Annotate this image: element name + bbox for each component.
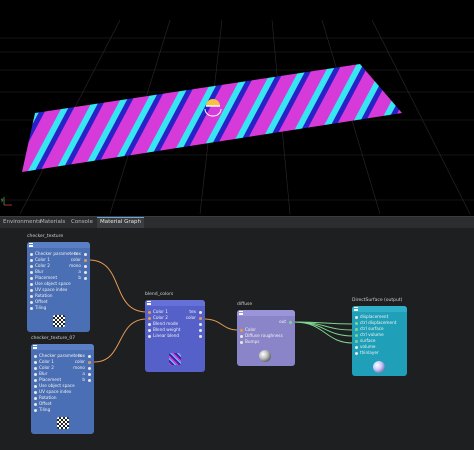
node-checker-texture-07[interactable]: checker_texture_07 Checker parameters tex…	[31, 336, 94, 434]
striped-plane[interactable]	[22, 64, 402, 172]
axis-gizmo-icon: y	[1, 197, 12, 206]
material-graph-canvas[interactable]: checker_texture Checker parameters tex Co…	[0, 228, 474, 450]
tab-material-graph[interactable]: Material Graph	[97, 217, 144, 228]
wire-checker2-to-blend-color2	[93, 318, 148, 363]
node-checker-texture[interactable]: checker_texture Checker parameters tex Co…	[27, 234, 90, 332]
menu-icon[interactable]	[239, 311, 243, 316]
node-title: checker_texture	[27, 234, 64, 239]
row-bumps[interactable]: Bumps	[240, 339, 292, 345]
viewport-canvas: y	[0, 19, 474, 214]
tab-materials[interactable]: Materials	[37, 218, 68, 227]
blend-preview-icon	[169, 353, 181, 365]
menu-icon[interactable]	[33, 345, 37, 350]
svg-text:y: y	[1, 197, 4, 202]
checker-preview-icon	[53, 315, 65, 327]
sphere-preview-icon	[373, 361, 385, 373]
row-out[interactable]: out	[240, 319, 292, 325]
node-direct-surface-output[interactable]: DirectSurface (output) displacement ctrl…	[352, 298, 407, 376]
node-title: diffuse	[237, 302, 253, 307]
node-title: DirectSurface (output)	[352, 298, 403, 303]
wire-diffuse-to-surface-4	[293, 321, 354, 344]
row-tiling[interactable]: Tiling	[30, 305, 87, 311]
node-diffuse[interactable]: diffuse out Color Diffuse roughness Bump…	[237, 302, 295, 366]
menu-icon[interactable]	[147, 301, 151, 306]
tab-console[interactable]: Console	[68, 218, 96, 227]
menu-icon[interactable]	[354, 307, 358, 312]
wire-checker1-to-blend-color1	[88, 259, 148, 313]
node-title: blend_colors	[145, 292, 174, 297]
row-thinlayer[interactable]: thinlayer	[355, 350, 404, 356]
3d-viewport[interactable]: y	[0, 0, 474, 214]
wire-blend-to-diffuse-color	[203, 318, 239, 331]
menu-icon[interactable]	[29, 243, 33, 248]
checker-preview-icon	[57, 417, 69, 429]
node-blend-colors[interactable]: blend_colors Color 1 tex Color 2 color Ble…	[145, 292, 205, 372]
node-title: checker_texture_07	[31, 336, 76, 341]
sphere-preview-icon	[259, 350, 271, 362]
row-tiling[interactable]: Tiling	[34, 407, 91, 413]
row-linear-blend[interactable]: Linear blend	[148, 333, 202, 339]
